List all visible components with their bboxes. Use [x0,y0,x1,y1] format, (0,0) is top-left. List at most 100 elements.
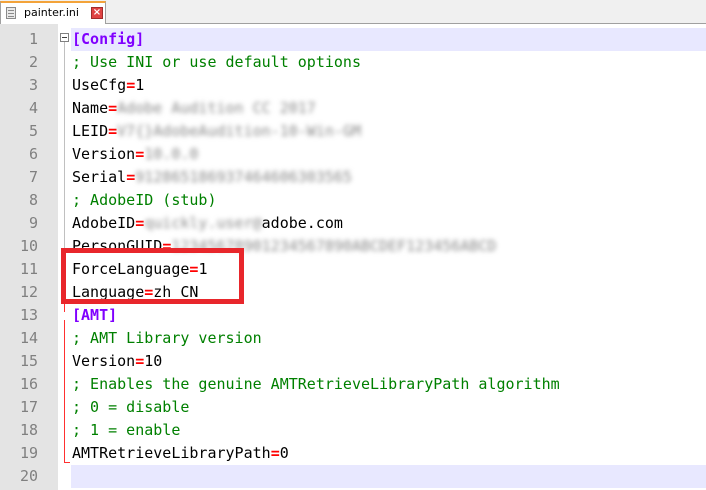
fold-toggle-config-icon[interactable] [60,33,69,42]
tab-bar: painter.ini × [0,0,706,24]
line-number: 5 [28,122,38,140]
line-number: 9 [28,214,38,232]
line-number: 13 [19,306,38,324]
line-code: ; AdobeID (stub) [72,189,217,212]
line-code: AMTRetrieveLibraryPath=0 [72,442,289,465]
ini-operator: = [126,168,136,186]
line-number: 12 [19,283,38,301]
ini-operator: = [135,145,145,163]
line-content[interactable]: Version=10.0.0 [71,143,706,166]
comment-text: ; Enables the genuine AMTRetrieveLibrary… [72,375,560,393]
line-content[interactable]: ; Use INI or use default options [71,51,706,74]
redacted-value: quickly.user@ [144,214,262,232]
line-content[interactable]: AdobeID=quickly.user@adobe.com [71,212,706,235]
file-icon [6,7,16,19]
editor-line[interactable]: 3 UseCfg=1 [0,74,706,97]
editor-line[interactable]: 8 ; AdobeID (stub) [0,189,706,212]
line-code: AdobeID=quickly.user@adobe.com [72,212,343,235]
editor-line[interactable]: 7 Serial=912865186937464606303565 [0,166,706,189]
line-code: [Config] [72,28,144,51]
tab-label: painter.ini [24,6,79,19]
ini-key: AdobeID [72,214,136,232]
line-code: ; AMT Library version [72,327,262,350]
ini-key: Name [72,99,109,117]
line-code: LEID=V7{}AdobeAudition-10-Win-GM [72,120,361,143]
line-number: 7 [28,168,38,186]
editor-line[interactable]: 13 [AMT] [0,304,706,327]
line-code: ; 1 = enable [72,419,180,442]
line-code: ; 0 = disable [72,396,189,419]
comment-text: ; AdobeID (stub) [72,191,217,209]
editor-line[interactable]: 15 Version=10 [0,350,706,373]
line-content[interactable]: ; 0 = disable [71,396,706,419]
fold-line-amt [64,320,65,462]
line-code: ; Use INI or use default options [72,51,361,74]
editor-line[interactable]: 18 ; 1 = enable [0,419,706,442]
line-number: 14 [19,329,38,347]
comment-text: ; 1 = enable [72,421,181,439]
line-number: 1 [28,30,38,48]
ini-value: 10 [144,352,163,370]
ini-operator: = [270,444,280,462]
ini-value: 1 [135,76,145,94]
editor-line[interactable]: 9 AdobeID=quickly.user@adobe.com [0,212,706,235]
line-content[interactable]: ; AdobeID (stub) [71,189,706,212]
editor-line[interactable]: 16 ; Enables the genuine AMTRetrieveLibra… [0,373,706,396]
line-number: 6 [28,145,38,163]
line-number: 8 [28,191,38,209]
line-content[interactable]: Serial=912865186937464606303565 [71,166,706,189]
line-number: 20 [19,467,38,485]
line-content[interactable] [71,465,706,488]
line-number: 4 [28,99,38,117]
section-header: [Config] [72,30,145,48]
editor-line[interactable]: 2 ; Use INI or use default options [0,51,706,74]
ini-key: Serial [72,168,127,186]
editor-line[interactable]: 5 LEID=V7{}AdobeAudition-10-Win-GM [0,120,706,143]
line-code: Name=Adobe Audition CC 2017 [72,97,316,120]
line-number: 16 [19,375,38,393]
line-content[interactable]: ; 1 = enable [71,419,706,442]
line-number: 10 [19,237,38,255]
redacted-value: 912865186937464606303565 [135,168,352,186]
editor-line[interactable]: 17 ; 0 = disable [0,396,706,419]
line-content[interactable]: ; AMT Library version [71,327,706,350]
section-header: [AMT] [72,306,118,324]
line-code: [AMT] [72,304,117,327]
ini-value: adobe.com [261,214,343,232]
line-content[interactable]: UseCfg=1 [71,74,706,97]
line-number: 2 [28,53,38,71]
line-content[interactable]: Name=Adobe Audition CC 2017 [71,97,706,120]
line-content[interactable]: AMTRetrieveLibraryPath=0 [71,442,706,465]
line-code: Version=10 [72,350,162,373]
ini-operator: = [108,122,118,140]
comment-text: ; 0 = disable [72,398,190,416]
line-code: Version=10.0.0 [72,143,198,166]
line-content[interactable]: [AMT] [71,304,706,327]
line-number: 18 [19,421,38,439]
line-number: 17 [19,398,38,416]
editor-line[interactable]: 14 ; AMT Library version [0,327,706,350]
line-content[interactable]: ; Enables the genuine AMTRetrieveLibrary… [71,373,706,396]
tab-painter-ini[interactable]: painter.ini × [0,1,106,24]
comment-text: ; Use INI or use default options [72,53,361,71]
ini-key: UseCfg [72,76,127,94]
editor-line[interactable]: 1 [Config] [0,28,706,51]
editor-line[interactable]: 19 AMTRetrieveLibraryPath=0 [0,442,706,465]
redacted-value: 10.0.0 [144,145,199,163]
editor-line[interactable]: 6 Version=10.0.0 [0,143,706,166]
editor-line[interactable]: 20 [0,465,706,488]
ini-key: AMTRetrieveLibraryPath [72,444,271,462]
ini-operator: = [126,76,136,94]
highlight-annotation-box [61,248,244,304]
line-content[interactable]: [Config] [71,28,706,51]
ini-key: Version [72,145,136,163]
redacted-value: Adobe Audition CC 2017 [117,99,316,117]
editor-line[interactable]: 4 Name=Adobe Audition CC 2017 [0,97,706,120]
ini-operator: = [135,214,145,232]
line-content[interactable]: LEID=V7{}AdobeAudition-10-Win-GM [71,120,706,143]
ini-operator: = [135,352,145,370]
close-icon[interactable]: × [91,7,103,19]
comment-text: ; AMT Library version [72,329,262,347]
ini-key: Version [72,352,136,370]
line-content[interactable]: Version=10 [71,350,706,373]
